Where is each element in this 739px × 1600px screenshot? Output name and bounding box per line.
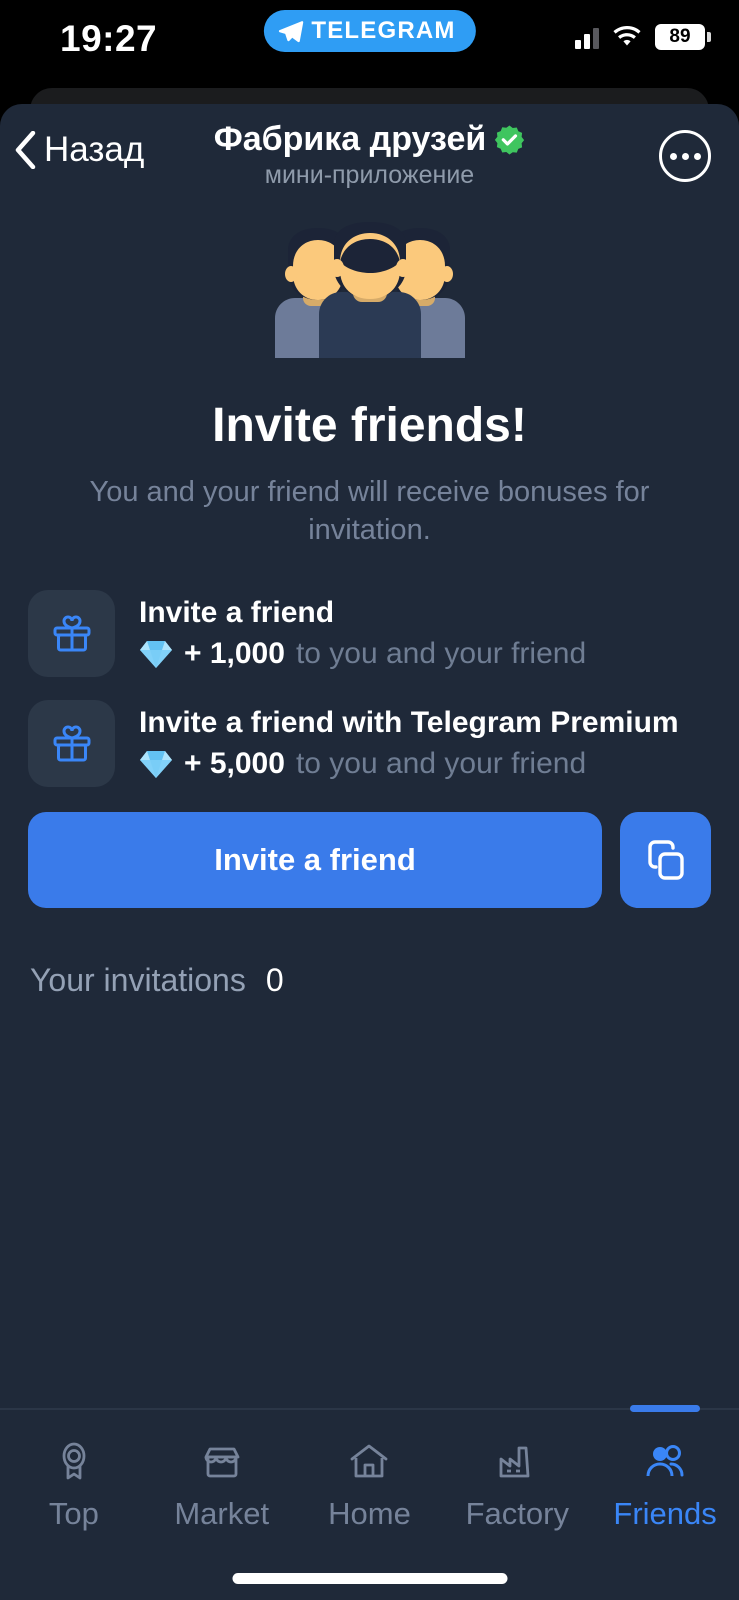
store-icon xyxy=(204,1447,240,1478)
invite-friend-button[interactable]: Invite a friend xyxy=(28,811,602,908)
nav-item-friends[interactable]: Friends xyxy=(591,1405,739,1532)
bonus-title: Invite a friend with Telegram Premium xyxy=(139,705,679,739)
telegram-pill-label: TELEGRAM xyxy=(311,17,456,44)
more-options-button[interactable] xyxy=(659,130,711,182)
battery-icon: 89 xyxy=(655,24,711,50)
wifi-icon xyxy=(613,26,641,46)
page-subtitle: мини-приложение xyxy=(264,161,475,189)
nav-item-factory[interactable]: Factory xyxy=(443,1410,591,1532)
house-icon xyxy=(351,1444,388,1478)
status-bar: 19:27 TELEGRAM 89 xyxy=(0,0,739,92)
award-icon xyxy=(62,1442,86,1480)
copy-link-button[interactable] xyxy=(620,811,711,908)
app-header: Назад Фабрика друзей мини-приложение xyxy=(0,104,739,204)
invitations-count: 0 xyxy=(265,961,284,998)
nav-item-top[interactable]: Top xyxy=(0,1410,148,1532)
friends-illustration xyxy=(0,222,739,358)
verified-badge-icon xyxy=(495,125,525,155)
cta-area: Invite a friend xyxy=(0,811,739,908)
gem-icon xyxy=(140,750,172,778)
dot xyxy=(693,152,701,160)
dot xyxy=(669,152,677,160)
header-title-block: Фабрика друзей мини-приложение xyxy=(0,120,739,190)
nav-label: Top xyxy=(48,1496,99,1531)
nav-label: Market xyxy=(174,1496,270,1531)
nav-label: Friends xyxy=(613,1496,717,1531)
nav-item-home[interactable]: Home xyxy=(296,1410,444,1532)
battery-percent: 89 xyxy=(669,26,691,47)
dot xyxy=(681,152,689,160)
nav-item-market[interactable]: Market xyxy=(148,1410,296,1532)
bonus-amount: + 5,000 xyxy=(184,746,285,780)
bonus-icon-tile xyxy=(28,699,115,787)
telegram-app-pill[interactable]: TELEGRAM xyxy=(263,10,476,52)
phone-screen: 19:27 TELEGRAM 89 Назад Фабрика друзей м… xyxy=(0,0,739,1600)
bonus-amount: + 1,000 xyxy=(184,636,285,670)
bonus-icon-tile xyxy=(28,589,115,677)
bonus-amount-suffix: to you and your friend xyxy=(295,746,587,780)
bonus-row: Invite a friend + 1,000 to you and your … xyxy=(28,589,711,677)
invitations-label: Your invitations xyxy=(30,961,246,998)
cellular-signal-icon xyxy=(575,25,599,49)
active-indicator xyxy=(630,1405,701,1412)
nav-label: Factory xyxy=(465,1496,569,1531)
copy-icon xyxy=(647,839,684,880)
mini-app-sheet: Назад Фабрика друзей мини-приложение Inv… xyxy=(0,104,739,1600)
main-description: You and your friend will receive bonuses… xyxy=(89,476,650,547)
page-title: Фабрика друзей xyxy=(213,120,487,158)
status-bar-time: 19:27 xyxy=(60,18,158,59)
bonus-list: Invite a friend + 1,000 to you and your … xyxy=(0,589,739,787)
nav-label: Home xyxy=(328,1496,411,1531)
bottom-navigation: Top Market Home Factory Friends xyxy=(0,1405,739,1600)
your-invitations-row: Your invitations 0 xyxy=(0,962,739,999)
bonus-row: Invite a friend with Telegram Premium + … xyxy=(28,699,711,787)
gem-icon xyxy=(140,640,172,668)
people-icon xyxy=(646,1445,684,1477)
telegram-plane-icon xyxy=(278,21,303,43)
factory-icon xyxy=(499,1446,530,1478)
status-bar-indicators: 89 xyxy=(575,24,711,50)
three-people-icon xyxy=(274,222,465,358)
gift-icon xyxy=(53,725,90,762)
gift-icon xyxy=(53,615,90,652)
bonus-amount-suffix: to you and your friend xyxy=(295,636,587,670)
main-heading: Invite friends! xyxy=(212,399,527,452)
bonus-title: Invite a friend xyxy=(139,595,335,629)
home-indicator xyxy=(232,1573,507,1584)
